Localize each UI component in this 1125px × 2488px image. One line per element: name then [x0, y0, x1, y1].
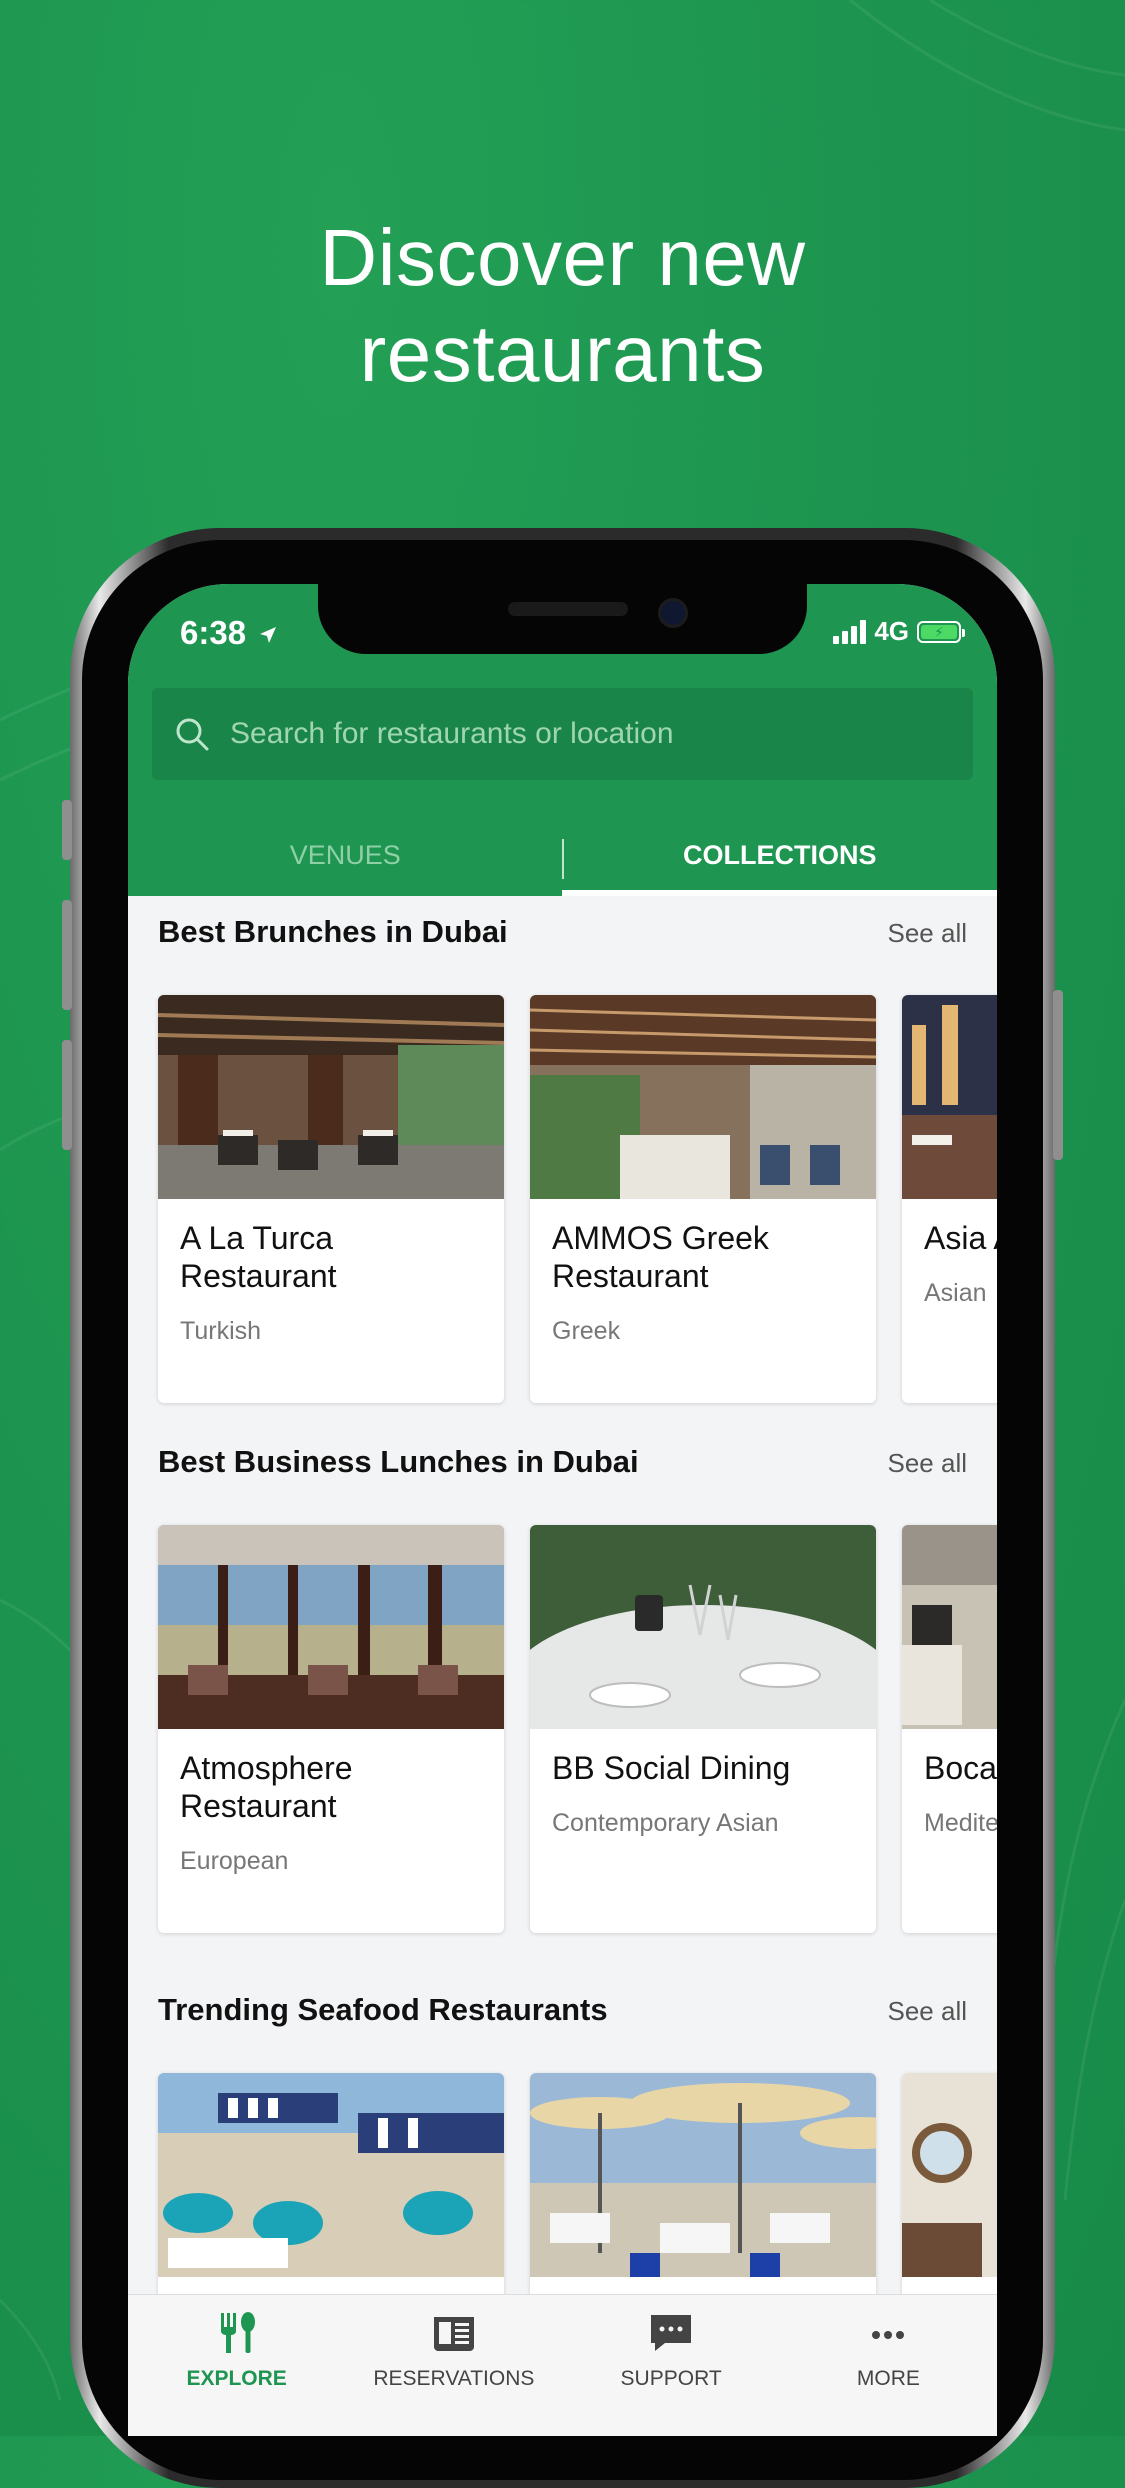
search-icon: [176, 718, 209, 751]
restaurant-name: Atmosphere Restaurant: [180, 1750, 353, 1824]
chat-bubble-icon: [651, 2315, 692, 2351]
collection-section: Best Brunches in Dubai See all A La Turc…: [128, 896, 997, 1416]
nav-explore[interactable]: EXPLORE: [128, 2295, 345, 2436]
restaurant-photo: [530, 995, 876, 1199]
more-dots-icon: [872, 2331, 905, 2339]
restaurant-card[interactable]: Boca Medite: [902, 1525, 997, 1933]
card-carousel[interactable]: Atmosphere Restaurant European BB Social…: [158, 1525, 997, 1933]
restaurant-cuisine: Contemporary Asian: [552, 1809, 779, 1837]
card-carousel[interactable]: A La Turca Restaurant Turkish AMMOS Gree…: [158, 995, 997, 1403]
section-title: Trending Seafood Restaurants: [158, 1992, 608, 2027]
location-arrow-icon: [260, 627, 277, 643]
section-title: Best Brunches in Dubai: [158, 914, 508, 949]
restaurant-photo: [530, 1525, 876, 1785]
restaurant-name: A La Turca Restaurant: [180, 1220, 337, 1294]
restaurant-photo: [902, 1525, 997, 1729]
nav-label: RESERVATIONS: [373, 2367, 535, 2390]
fork-knife-icon: [220, 2312, 255, 2353]
phone-side-button: [62, 800, 72, 860]
nav-more[interactable]: MORE: [780, 2295, 997, 2436]
tab-venues[interactable]: VENUES: [128, 814, 563, 896]
bottom-navigation: EXPLORE RESERVATIONS SUPPORT MORE: [128, 2294, 997, 2436]
restaurant-photo: [158, 1525, 504, 1729]
nav-support[interactable]: SUPPORT: [563, 2295, 780, 2436]
nav-label: SUPPORT: [620, 2367, 722, 2390]
restaurant-card[interactable]: BB Social Dining Contemporary Asian: [530, 1525, 876, 1933]
network-label: 4G: [874, 616, 909, 646]
restaurant-cuisine: Turkish: [180, 1317, 262, 1345]
collection-section: Best Business Lunches in Dubai See all A…: [128, 1444, 997, 1964]
tab-divider: [562, 839, 564, 879]
phone-power-button: [1053, 990, 1063, 1160]
front-camera: [658, 598, 688, 628]
phone-volume-up-button: [62, 900, 72, 1010]
phone-volume-down-button: [62, 1040, 72, 1150]
restaurant-photo: [158, 995, 504, 1199]
restaurant-name: AMMOS Greek Restaurant: [552, 1220, 769, 1294]
status-time: 6:38: [180, 614, 277, 652]
restaurant-photo: [530, 2073, 876, 2277]
status-indicators: 4G ⚡: [833, 616, 965, 647]
headline-line1: Discover new: [319, 213, 806, 302]
collections-list[interactable]: Best Brunches in Dubai See all A La Turc…: [128, 896, 997, 2436]
nav-reservations[interactable]: RESERVATIONS: [345, 2295, 562, 2436]
restaurant-photo: [902, 2073, 997, 2277]
phone-notch: [318, 584, 807, 654]
phone-screen: 6:38 4G ⚡ VENUES COLLECTIONS Best Br: [128, 584, 997, 2436]
page-headline: Discover new restaurants: [0, 210, 1125, 402]
restaurant-name: Boca: [924, 1750, 997, 1786]
restaurant-name: BB Social Dining: [552, 1750, 791, 1786]
search-input[interactable]: [228, 716, 932, 752]
see-all-link[interactable]: See all: [888, 918, 968, 949]
restaurant-name: Asia A: [924, 1220, 997, 1256]
section-title: Best Business Lunches in Dubai: [158, 1444, 639, 1479]
restaurant-card[interactable]: AMMOS Greek Restaurant Greek: [530, 995, 876, 1403]
restaurant-card[interactable]: A La Turca Restaurant Turkish: [158, 995, 504, 1403]
battery-icon: ⚡: [917, 620, 965, 643]
nav-label: EXPLORE: [186, 2367, 287, 2390]
search-bar[interactable]: [152, 688, 973, 780]
restaurant-cuisine: Asian: [924, 1279, 987, 1307]
restaurant-card[interactable]: Atmosphere Restaurant European: [158, 1525, 504, 1933]
headline-line2: restaurants: [359, 309, 766, 398]
restaurant-card[interactable]: Asia A Asian: [902, 995, 997, 1403]
see-all-link[interactable]: See all: [888, 1448, 968, 1479]
restaurant-cuisine: Greek: [552, 1317, 621, 1345]
speaker-grille: [508, 602, 628, 616]
see-all-link[interactable]: See all: [888, 1996, 968, 2027]
nav-label: MORE: [856, 2367, 920, 2390]
restaurant-cuisine: European: [180, 1847, 289, 1875]
restaurant-cuisine: Medite: [924, 1809, 997, 1837]
restaurant-photo: [902, 995, 997, 1199]
newspaper-icon: [433, 2317, 474, 2351]
restaurant-photo: [158, 2073, 504, 2277]
tab-collections[interactable]: COLLECTIONS: [563, 814, 998, 896]
signal-icon: [833, 619, 867, 644]
